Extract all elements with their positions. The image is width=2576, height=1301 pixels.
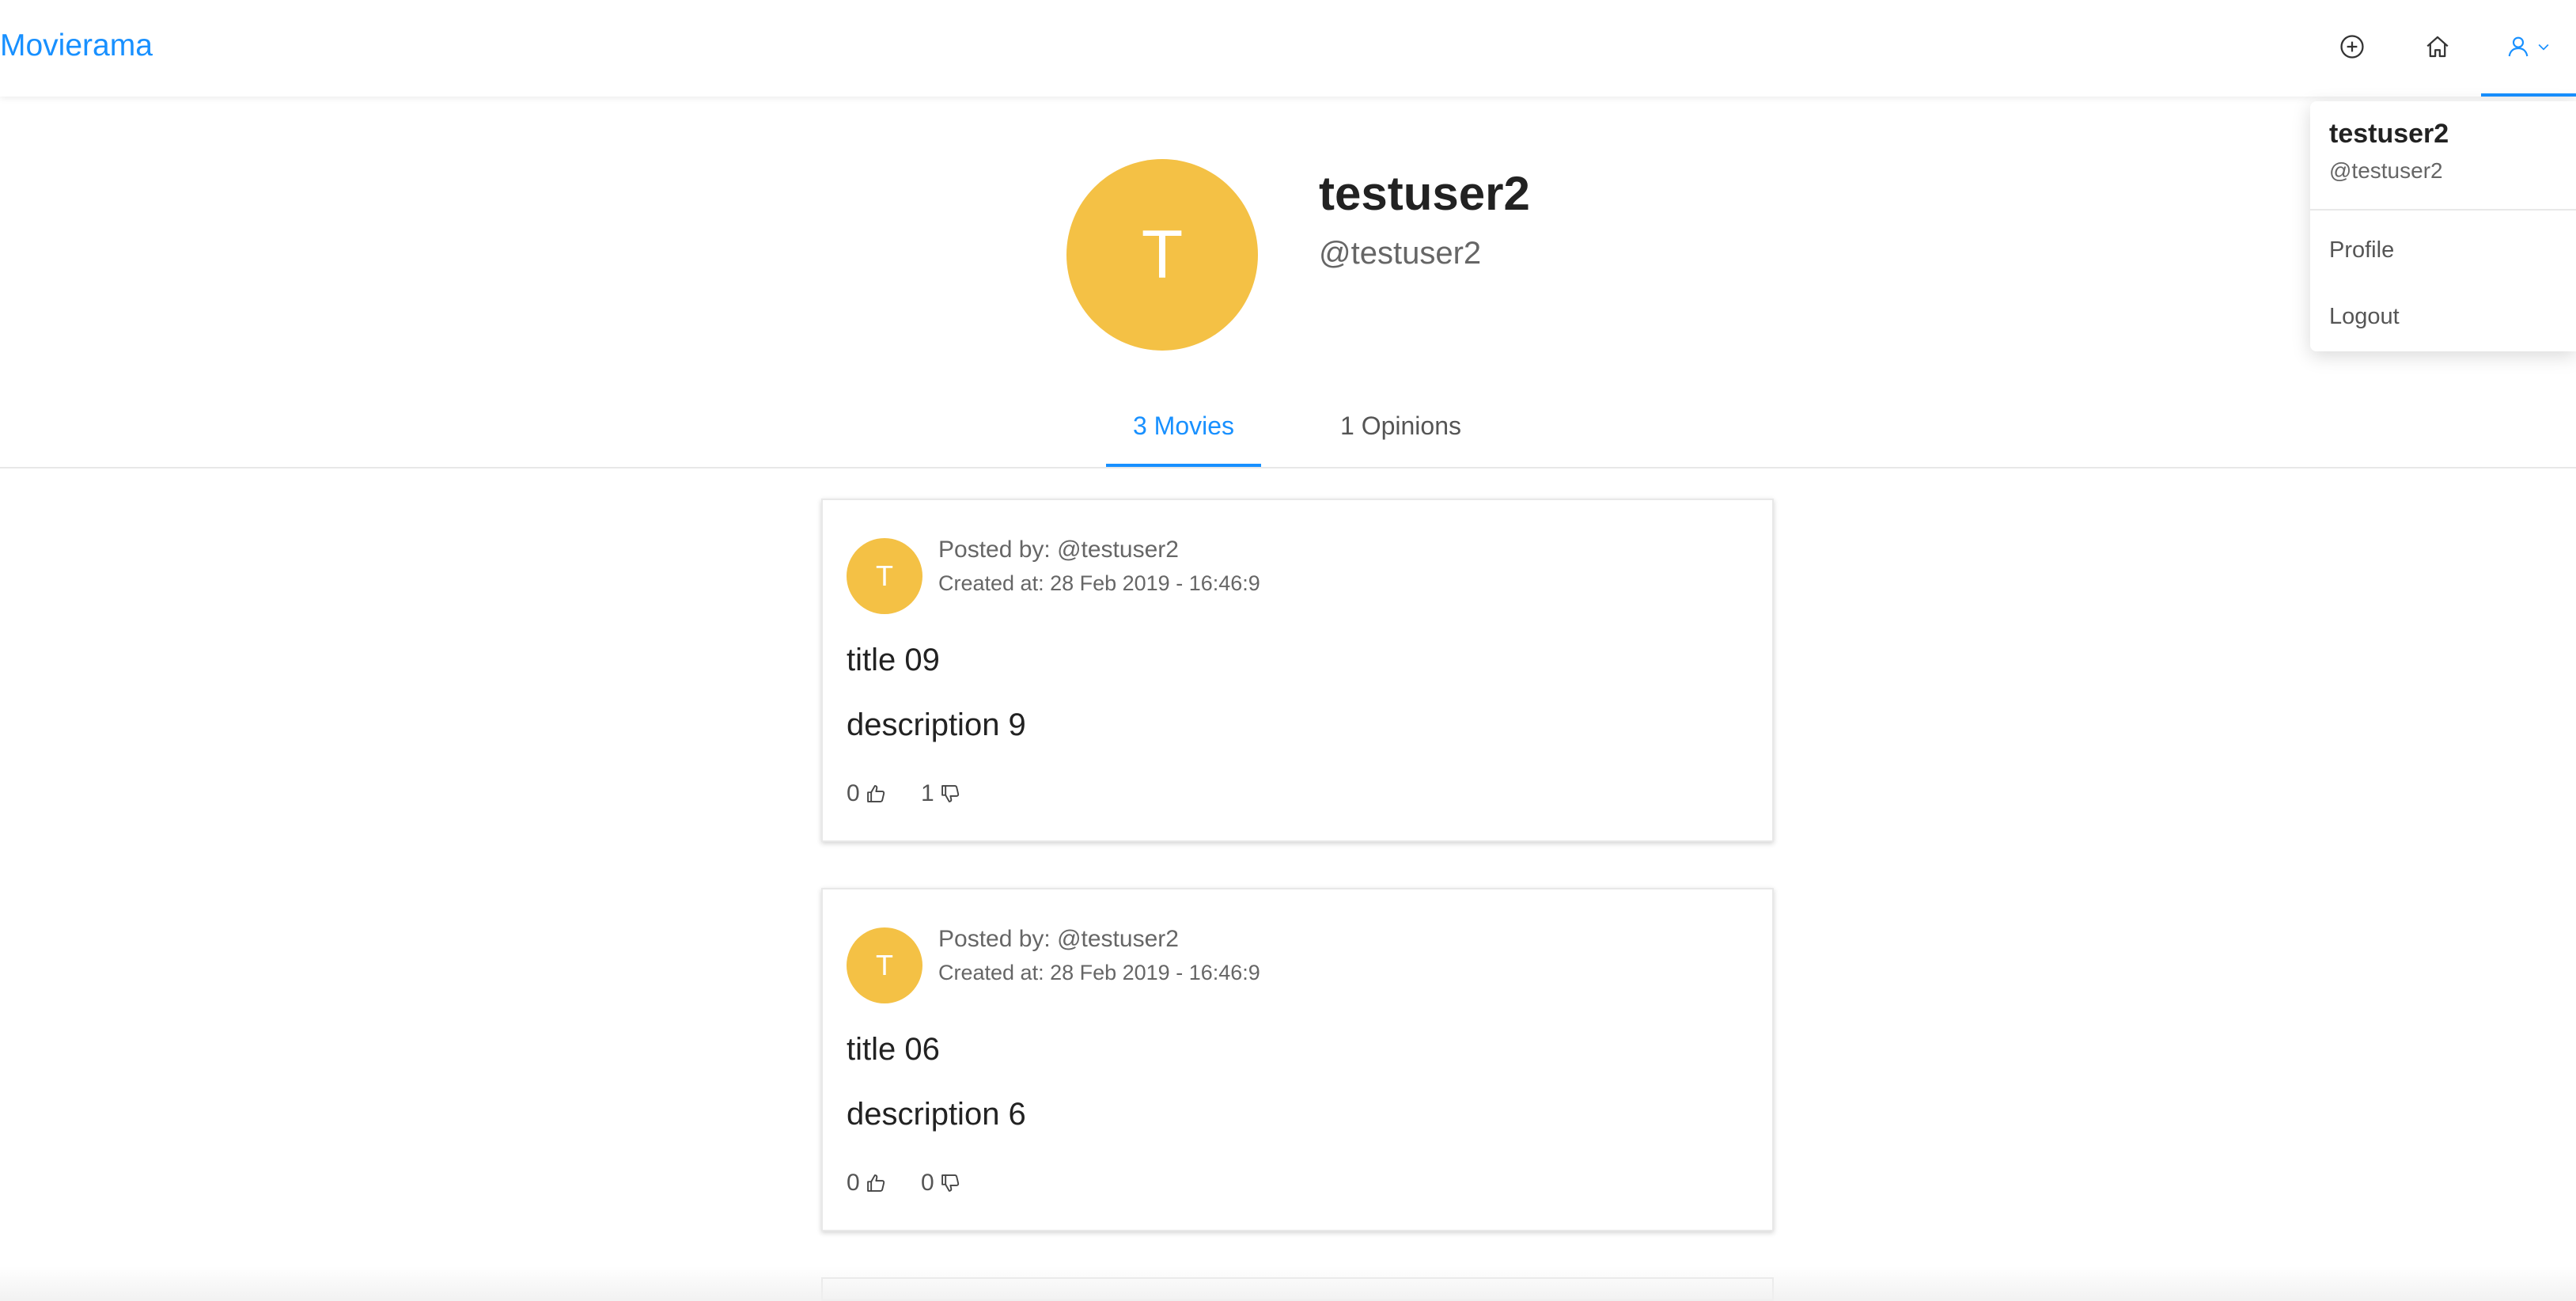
chevron-down-icon bbox=[2538, 44, 2549, 51]
top-header: Movierama bbox=[0, 0, 2576, 97]
movie-title: title 09 bbox=[847, 643, 940, 677]
like-count: 0 bbox=[847, 1170, 860, 1196]
plus-circle-icon[interactable] bbox=[2334, 28, 2370, 65]
user-menu-trigger[interactable] bbox=[2481, 0, 2576, 97]
posted-by[interactable]: Posted by: @testuser2 bbox=[938, 537, 1179, 563]
created-at: Created at: 28 Feb 2019 - 16:46:9 bbox=[938, 961, 1260, 984]
hate-count: 0 bbox=[921, 1170, 934, 1196]
profile-avatar: T bbox=[1066, 159, 1258, 351]
thumbs-up-icon bbox=[866, 785, 885, 802]
thumbs-down-icon bbox=[941, 1174, 959, 1192]
like-count: 0 bbox=[847, 780, 860, 806]
tabs-divider bbox=[0, 467, 2576, 468]
poster-avatar: T bbox=[847, 538, 922, 614]
dropdown-divider bbox=[2310, 209, 2576, 211]
poster-avatar: T bbox=[847, 927, 922, 1003]
tab-opinions[interactable]: 1 Opinions bbox=[1340, 408, 1461, 443]
hate-button[interactable]: 1 bbox=[921, 780, 961, 807]
dropdown-user-handle: @testuser2 bbox=[2329, 158, 2443, 183]
thumbs-up-icon bbox=[866, 1174, 885, 1192]
user-icon bbox=[2508, 36, 2529, 57]
movie-description: description 6 bbox=[847, 1097, 1026, 1132]
movie-card-partial bbox=[821, 1277, 1774, 1301]
hate-button[interactable]: 0 bbox=[921, 1170, 961, 1197]
profile-name: testuser2 bbox=[1319, 167, 1530, 220]
created-at: Created at: 28 Feb 2019 - 16:46:9 bbox=[938, 571, 1260, 595]
tab-movies[interactable]: 3 Movies bbox=[1106, 408, 1261, 443]
movie-card: T Posted by: @testuser2 Created at: 28 F… bbox=[821, 888, 1774, 1231]
menu-item-profile[interactable]: Profile bbox=[2329, 237, 2394, 264]
movie-card: T Posted by: @testuser2 Created at: 28 F… bbox=[821, 499, 1774, 842]
menu-item-logout[interactable]: Logout bbox=[2329, 304, 2400, 330]
hate-count: 1 bbox=[921, 780, 934, 806]
user-dropdown-menu: testuser2 @testuser2 Profile Logout bbox=[2310, 101, 2576, 351]
brand-logo[interactable]: Movierama bbox=[0, 25, 153, 66]
dropdown-user-name: testuser2 bbox=[2329, 119, 2449, 149]
thumbs-down-icon bbox=[941, 785, 959, 802]
movie-description: description 9 bbox=[847, 707, 1026, 742]
movie-title: title 06 bbox=[847, 1032, 940, 1067]
like-button[interactable]: 0 bbox=[847, 1170, 887, 1197]
like-button[interactable]: 0 bbox=[847, 780, 887, 807]
home-icon[interactable] bbox=[2419, 28, 2456, 65]
posted-by[interactable]: Posted by: @testuser2 bbox=[938, 926, 1179, 953]
profile-handle: @testuser2 bbox=[1319, 236, 1482, 271]
